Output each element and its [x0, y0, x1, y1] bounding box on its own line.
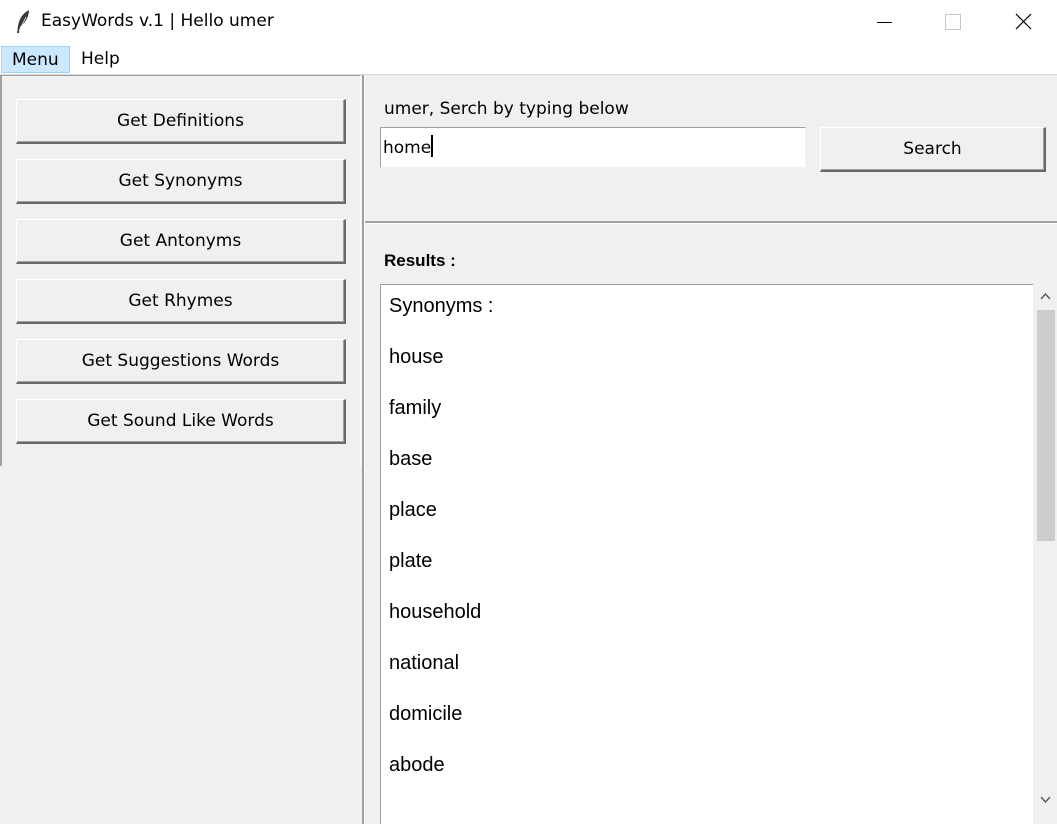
menu-item-help[interactable]: Help	[71, 46, 130, 73]
list-item: base	[389, 448, 433, 470]
list-item: household	[389, 601, 482, 623]
get-rhymes-button[interactable]: Get Rhymes	[16, 279, 346, 324]
get-suggestions-words-button[interactable]: Get Suggestions Words	[16, 339, 346, 384]
results-heading: Synonyms :	[389, 295, 494, 317]
menu-bar: Menu Help	[0, 45, 1057, 75]
scroll-down-icon[interactable]	[1034, 788, 1057, 812]
scroll-up-icon[interactable]	[1034, 284, 1057, 308]
feather-icon	[14, 9, 32, 35]
list-item: abode	[389, 754, 445, 776]
list-item: house	[389, 346, 444, 368]
scroll-thumb[interactable]	[1037, 310, 1055, 541]
results-label: Results :	[384, 251, 456, 270]
minimize-icon[interactable]	[861, 0, 907, 45]
search-button[interactable]: Search	[820, 127, 1046, 172]
get-sound-like-words-button[interactable]: Get Sound Like Words	[16, 399, 346, 444]
search-input-value: home	[383, 138, 432, 158]
get-synonyms-button[interactable]: Get Synonyms	[16, 159, 346, 204]
title-bar: EasyWords v.1 | Hello umer	[0, 0, 1057, 45]
list-item: national	[389, 652, 460, 674]
maximize-icon[interactable]	[930, 0, 976, 45]
result-list: house family base place plate household …	[389, 346, 481, 805]
horizontal-divider	[365, 221, 1057, 224]
menu-item-menu[interactable]: Menu	[1, 46, 70, 73]
list-item: plate	[389, 550, 433, 572]
search-input[interactable]: home	[380, 127, 806, 168]
search-label: umer, Serch by typing below	[384, 99, 629, 119]
list-item: domicile	[389, 703, 463, 725]
results-textbox[interactable]: Synonyms : house family base place plate…	[380, 284, 1033, 824]
text-caret	[431, 135, 434, 157]
window-title: EasyWords v.1 | Hello umer	[41, 11, 274, 31]
get-definitions-button[interactable]: Get Definitions	[16, 99, 346, 144]
list-item: family	[389, 397, 442, 419]
get-antonyms-button[interactable]: Get Antonyms	[16, 219, 346, 264]
results-scrollbar[interactable]	[1034, 284, 1057, 824]
list-item: place	[389, 499, 437, 521]
close-icon[interactable]	[1000, 0, 1046, 45]
